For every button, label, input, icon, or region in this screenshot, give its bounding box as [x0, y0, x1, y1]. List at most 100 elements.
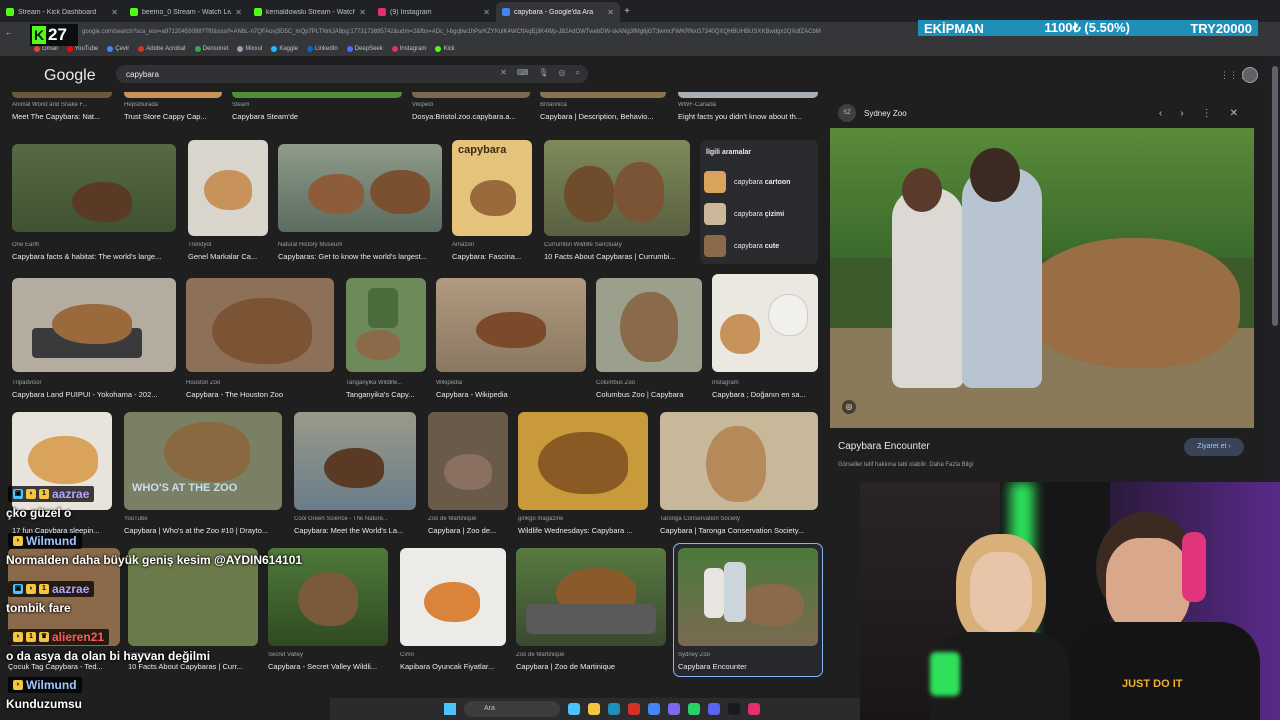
app-icon[interactable] [748, 703, 760, 715]
result-image[interactable] [12, 144, 176, 232]
visit-button[interactable]: Ziyaret et › [1184, 438, 1244, 456]
related-search-item[interactable]: capybara cute [704, 232, 814, 260]
image-result[interactable]: Steam Capybara Steam'de [232, 92, 402, 128]
image-result[interactable]: Cimri Kapibara Oyuncak Fiyatlar... [400, 548, 506, 672]
image-result[interactable]: Taronga Conservation Society Capybara | … [660, 412, 818, 536]
bookmark-densonet[interactable]: Densonet [194, 46, 228, 52]
bookmark-youtube[interactable]: YouTube [66, 46, 98, 52]
microphone-icon[interactable]: 🎙 [538, 68, 548, 78]
result-image[interactable] [412, 92, 530, 98]
clear-icon[interactable]: ✕ [500, 68, 507, 78]
address-bar[interactable]: google.com/search?sca_esv=a97120459098?7… [78, 25, 918, 39]
result-image[interactable] [678, 92, 818, 98]
result-image[interactable] [232, 92, 402, 98]
close-icon[interactable]: ✕ [359, 8, 366, 17]
whatsapp-icon[interactable] [688, 703, 700, 715]
chrome-icon[interactable] [648, 703, 660, 715]
app-icon[interactable] [628, 703, 640, 715]
image-result[interactable]: Britannica Capybara | Description, Behav… [540, 92, 666, 128]
bookmark-mixxul[interactable]: Mixxul [237, 46, 262, 52]
result-image[interactable] [660, 412, 818, 510]
image-result[interactable]: Columbus Zoo Columbus Zoo | Capybara [596, 278, 702, 402]
app-icon[interactable] [668, 703, 680, 715]
image-result[interactable]: Instagram Capybara ; Doğanın en sa... [712, 274, 818, 402]
tab-kemaldowski-stream[interactable]: kemaldowski Stream - Watch Live✕ [248, 2, 372, 22]
taskbar-search[interactable]: Ara [464, 701, 560, 717]
result-image[interactable] [346, 278, 426, 372]
result-image[interactable] [712, 274, 818, 372]
search-query[interactable]: capybara [126, 70, 159, 79]
discord-icon[interactable] [708, 703, 720, 715]
image-result[interactable]: capybara Amazon Capybara: Fascina... [452, 140, 532, 266]
bookmark-instagram[interactable]: Instagram [391, 46, 426, 52]
tab-instagram[interactable]: (9) Instagram ✕ [372, 2, 496, 22]
image-result[interactable]: Currumbin Wildlife Sanctuary 10 Facts Ab… [544, 140, 690, 266]
windows-start-icon[interactable] [444, 703, 456, 715]
bookmark-kaggle[interactable]: Kaggle [271, 46, 298, 52]
image-result[interactable]: ginkgo magazine Wildlife Wednesdays: Cap… [518, 412, 648, 536]
result-image[interactable] [12, 278, 176, 372]
image-result[interactable]: Zoo de Martinique Capybara | Zoo de Mart… [516, 548, 666, 672]
search-icon[interactable]: ⌕ [576, 68, 580, 78]
close-icon[interactable]: ✕ [1230, 108, 1238, 119]
bookmark-linkedin[interactable]: LinkedIn [307, 46, 338, 52]
result-image[interactable] [540, 92, 666, 98]
image-result[interactable]: Tanganyika Wildlife... Tanganyika's Capy… [346, 278, 426, 402]
result-image[interactable] [436, 278, 586, 372]
close-icon[interactable]: ✕ [483, 8, 490, 17]
chevron-right-icon[interactable]: › [1180, 108, 1183, 119]
close-icon[interactable]: ✕ [111, 8, 118, 17]
result-image[interactable] [400, 548, 506, 646]
result-image[interactable] [544, 140, 690, 236]
back-icon[interactable]: ← [4, 28, 14, 37]
image-result[interactable]: Tripadvisor Capybara Land PUIPUI - Yokoh… [12, 278, 176, 402]
result-image[interactable] [124, 92, 222, 98]
image-result[interactable]: Zoo de Martinique Capybara | Zoo de... [428, 412, 508, 536]
image-result[interactable]: Hepsiburada Trust Store Cappy Cap... [124, 92, 222, 128]
panel-title[interactable]: Capybara Encounter [838, 441, 930, 452]
bookmark-translate[interactable]: Çevir [107, 46, 129, 52]
bookmark-gmail[interactable]: Gmail [34, 46, 58, 52]
close-icon[interactable]: ✕ [235, 8, 242, 17]
lens-icon[interactable]: ◎ [842, 400, 856, 414]
image-result[interactable]: Natural History Museum Capybaras: Get to… [278, 144, 442, 266]
close-icon[interactable]: ✕ [607, 8, 614, 17]
app-icon[interactable] [568, 703, 580, 715]
result-image[interactable] [518, 412, 648, 510]
result-image[interactable] [278, 144, 442, 232]
new-tab-button[interactable]: + [620, 6, 634, 17]
related-search-item[interactable]: capybara cartoon [704, 168, 814, 196]
folder-icon[interactable] [588, 703, 600, 715]
result-image[interactable] [428, 412, 508, 510]
result-image[interactable]: capybara [452, 140, 532, 236]
keyboard-icon[interactable]: ⌨ [517, 68, 529, 78]
image-result[interactable]: Animal World and Snake F... Meet The Cap… [12, 92, 112, 128]
image-result[interactable]: WWF-Canada Eight facts you didn't know a… [678, 92, 818, 128]
image-result[interactable]: Wikipedia Capybara - Wikipedia [436, 278, 586, 402]
app-icon[interactable] [608, 703, 620, 715]
tab-google-search[interactable]: capybara - Google'da Ara ✕ [496, 2, 620, 22]
tab-beemo-stream[interactable]: beemo_0 Stream - Watch Live on Kick✕ [124, 2, 248, 22]
image-result-selected[interactable]: Sydney Zoo Capybara Encounter [673, 543, 823, 677]
scrollbar-thumb[interactable] [1272, 66, 1278, 326]
bookmark-kick[interactable]: Kick [435, 46, 455, 52]
more-options-icon[interactable]: ⋮ [1202, 108, 1212, 119]
result-image[interactable] [12, 92, 112, 98]
bookmark-deepseek[interactable]: DeepSeek [346, 46, 383, 52]
result-image[interactable] [596, 278, 702, 372]
related-search-item[interactable]: capybara çizimi [704, 200, 814, 228]
search-input[interactable]: capybara ✕ ⌨ 🎙 ◎ ⌕ [116, 65, 588, 83]
image-result[interactable]: Trendyol Genel Markalar Ca... [188, 140, 268, 266]
google-logo[interactable]: Google [44, 67, 96, 85]
result-image[interactable] [516, 548, 666, 646]
preview-image[interactable]: ◎ [830, 128, 1254, 428]
steam-icon[interactable] [728, 703, 740, 715]
tab-kick-dashboard[interactable]: Stream - Kick Dashboard ✕ [0, 2, 124, 22]
result-image[interactable] [188, 140, 268, 236]
panel-source[interactable]: SZ Sydney Zoo [838, 104, 907, 122]
result-image[interactable] [678, 548, 818, 646]
chevron-left-icon[interactable]: ‹ [1159, 108, 1162, 119]
image-result[interactable]: Vikipedi Dosya:Bristol.zoo.capybara.a... [412, 92, 530, 128]
account-avatar[interactable] [1242, 67, 1258, 83]
bookmark-acrobat[interactable]: Adobe Acrobat [138, 46, 186, 52]
